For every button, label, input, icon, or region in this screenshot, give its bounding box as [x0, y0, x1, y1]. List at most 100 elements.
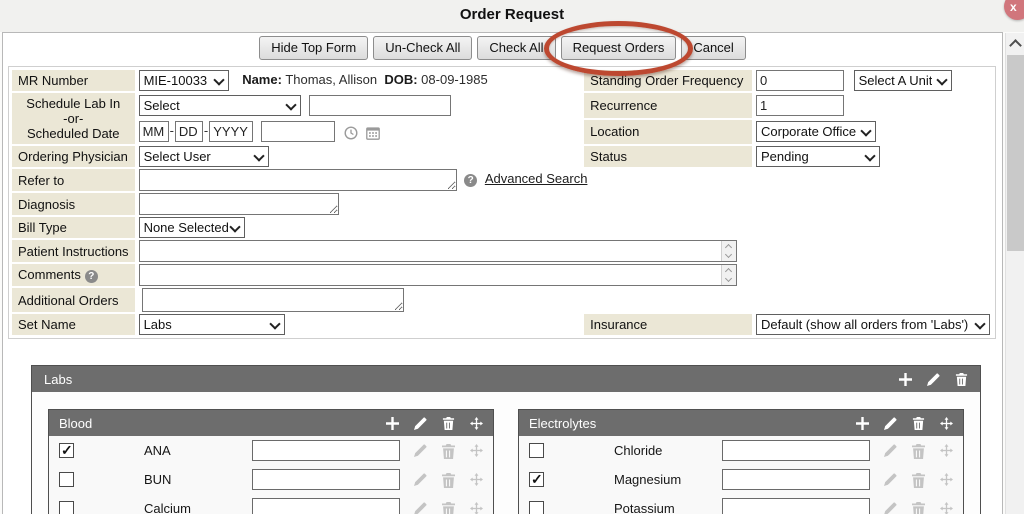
edit-icon[interactable]: [884, 473, 897, 486]
insurance-select[interactable]: Default (show all orders from 'Labs'): [756, 314, 990, 335]
lab-group-blood: Blood ANA BUN Calcium: [48, 409, 494, 514]
scroll-arrows-icon[interactable]: [721, 241, 736, 261]
move-icon[interactable]: [470, 473, 483, 486]
title-bar: Order Request: [0, 0, 1024, 32]
bill-type-label: Bill Type: [12, 217, 135, 238]
recurrence-input[interactable]: [756, 95, 844, 116]
move-icon[interactable]: [470, 502, 483, 514]
move-icon[interactable]: [940, 473, 953, 486]
check-all-button[interactable]: Check All: [477, 36, 555, 60]
lab-item-input[interactable]: [722, 469, 870, 490]
lab-item-input[interactable]: [252, 498, 400, 514]
schedule-lab-in-input[interactable]: [309, 95, 451, 116]
clock-icon[interactable]: [344, 124, 362, 139]
delete-icon[interactable]: [442, 444, 455, 457]
chevron-down-icon: [864, 150, 877, 163]
bill-type-select[interactable]: None Selected: [139, 217, 245, 238]
lab-item-input[interactable]: [722, 498, 870, 514]
add-icon[interactable]: [899, 373, 912, 386]
move-icon[interactable]: [940, 417, 953, 430]
ordering-physician-select[interactable]: Select User: [139, 146, 269, 167]
uncheck-all-button[interactable]: Un-Check All: [373, 36, 472, 60]
delete-icon[interactable]: [912, 444, 925, 457]
help-icon[interactable]: ?: [85, 270, 98, 283]
move-icon[interactable]: [470, 444, 483, 457]
delete-icon[interactable]: [912, 502, 925, 514]
add-icon[interactable]: [856, 417, 869, 430]
lab-group-title: Blood: [59, 416, 386, 431]
lab-item-checkbox[interactable]: [529, 443, 544, 458]
lab-item-label: BUN: [144, 472, 244, 487]
close-icon: x: [1010, 1, 1017, 13]
calendar-icon[interactable]: [366, 124, 380, 139]
delete-icon[interactable]: [442, 473, 455, 486]
date-dd-input[interactable]: [175, 121, 203, 142]
date-yyyy-input[interactable]: [209, 121, 253, 142]
frequency-unit-select[interactable]: Select A Unit: [854, 70, 952, 91]
date-mm-input[interactable]: [139, 121, 169, 142]
main-panel: Hide Top Form Un-Check All Check All Req…: [2, 32, 1003, 514]
diagnosis-textarea[interactable]: [139, 193, 339, 215]
delete-icon[interactable]: [955, 373, 968, 386]
move-icon[interactable]: [470, 417, 483, 430]
edit-icon[interactable]: [414, 502, 427, 514]
schedule-label: Schedule Lab In -or- Scheduled Date: [12, 93, 135, 144]
lab-item-checkbox[interactable]: [529, 501, 544, 514]
mr-number-label: MR Number: [12, 70, 135, 91]
help-icon[interactable]: ?: [464, 174, 477, 187]
location-select[interactable]: Corporate Office: [756, 121, 876, 142]
chevron-down-icon: [269, 318, 282, 331]
lab-item-row: Calcium: [49, 494, 493, 514]
scroll-up-icon[interactable]: [1009, 37, 1021, 49]
status-label: Status: [584, 146, 752, 167]
add-icon[interactable]: [386, 417, 399, 430]
delete-icon[interactable]: [442, 417, 455, 430]
hide-top-form-button[interactable]: Hide Top Form: [259, 36, 368, 60]
patient-instructions-input[interactable]: [139, 240, 737, 262]
mr-number-select[interactable]: MIE-10033: [139, 70, 229, 91]
vertical-scrollbar[interactable]: [1005, 33, 1024, 514]
toolbar: Hide Top Form Un-Check All Check All Req…: [3, 33, 1002, 63]
cancel-button[interactable]: Cancel: [681, 36, 745, 60]
lab-item-checkbox[interactable]: [59, 501, 74, 514]
edit-icon[interactable]: [884, 502, 897, 514]
edit-icon[interactable]: [414, 444, 427, 457]
scroll-arrows-icon[interactable]: [721, 265, 736, 285]
move-icon[interactable]: [940, 502, 953, 514]
scrollbar-thumb[interactable]: [1007, 55, 1024, 251]
delete-icon[interactable]: [912, 473, 925, 486]
lab-item-label: ANA: [144, 443, 244, 458]
lab-item-input[interactable]: [722, 440, 870, 461]
refer-to-textarea[interactable]: [139, 169, 457, 191]
scheduled-time-input[interactable]: [261, 121, 335, 142]
labs-section: Labs Blood ANA BUN Calcium Electrolytes Chlor…: [31, 365, 981, 514]
comments-input[interactable]: [139, 264, 737, 286]
lab-item-input[interactable]: [252, 469, 400, 490]
edit-icon[interactable]: [884, 444, 897, 457]
lab-item-checkbox[interactable]: [59, 472, 74, 487]
delete-icon[interactable]: [912, 417, 925, 430]
refer-to-label: Refer to: [12, 169, 135, 191]
request-orders-button[interactable]: Request Orders: [561, 36, 677, 60]
edit-icon[interactable]: [884, 417, 897, 430]
chevron-down-icon: [936, 74, 949, 87]
status-select[interactable]: Pending: [756, 146, 880, 167]
lab-item-checkbox[interactable]: [59, 443, 74, 458]
additional-orders-textarea[interactable]: [142, 288, 404, 312]
standing-order-frequency-input[interactable]: [756, 70, 844, 91]
set-name-select[interactable]: Labs: [139, 314, 285, 335]
lab-item-label: Magnesium: [614, 472, 714, 487]
lab-item-row: Chloride: [519, 436, 963, 465]
edit-icon[interactable]: [927, 373, 940, 386]
labs-section-header: Labs: [32, 366, 980, 392]
lab-group-title: Electrolytes: [529, 416, 856, 431]
chevron-down-icon: [253, 150, 266, 163]
move-icon[interactable]: [940, 444, 953, 457]
edit-icon[interactable]: [414, 417, 427, 430]
schedule-lab-in-select[interactable]: Select: [139, 95, 301, 116]
advanced-search-link[interactable]: Advanced Search: [485, 171, 588, 186]
delete-icon[interactable]: [442, 502, 455, 514]
lab-item-checkbox[interactable]: [529, 472, 544, 487]
lab-item-input[interactable]: [252, 440, 400, 461]
edit-icon[interactable]: [414, 473, 427, 486]
